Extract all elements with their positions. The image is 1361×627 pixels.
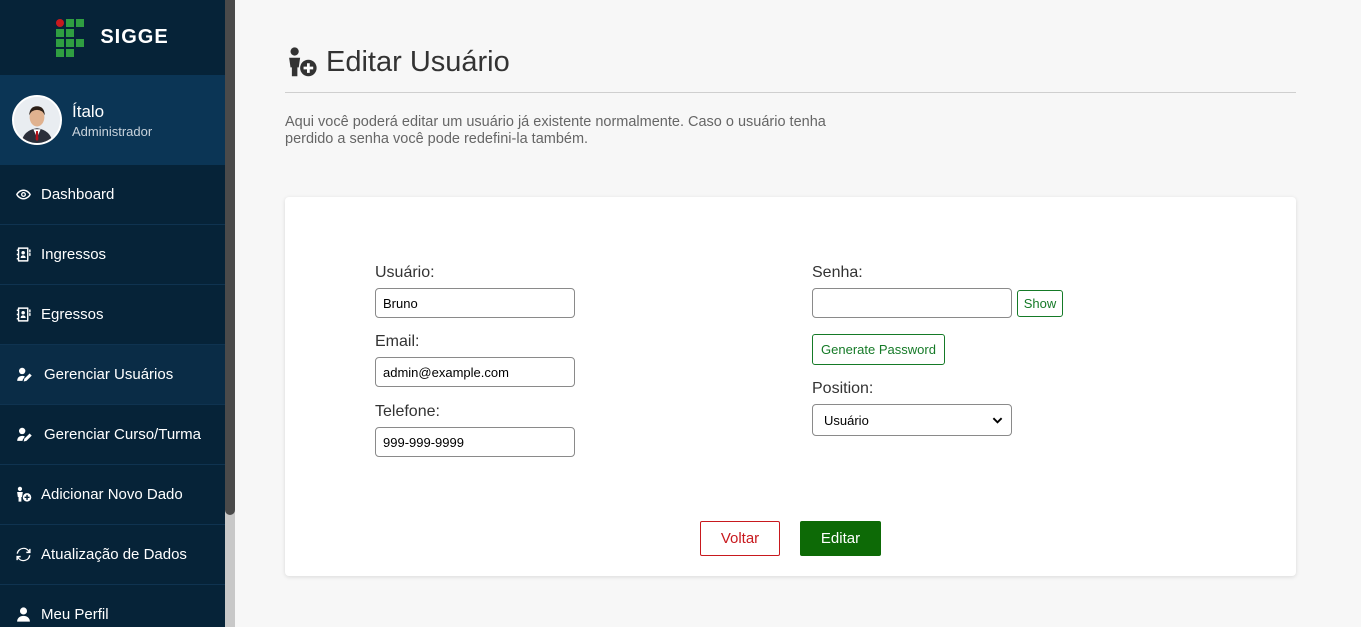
eye-icon xyxy=(16,189,31,200)
sidebar-item-atualizacao-de-dados[interactable]: Atualização de Dados xyxy=(0,525,225,585)
user-profile[interactable]: Ítalo Administrador xyxy=(0,75,225,165)
voltar-button[interactable]: Voltar xyxy=(700,521,780,556)
sidebar-item-label: Ingressos xyxy=(41,246,107,263)
sidebar-scrollbar-thumb[interactable] xyxy=(225,0,235,515)
generate-password-button[interactable]: Generate Password xyxy=(812,334,945,365)
brand[interactable]: SIGGE xyxy=(0,0,225,75)
email-label: Email: xyxy=(375,333,420,350)
position-select[interactable]: Usuário xyxy=(812,404,1012,436)
usuario-input[interactable] xyxy=(375,288,575,318)
sidebar-item-adicionar-novo-dado[interactable]: Adicionar Novo Dado xyxy=(0,465,225,525)
sidebar-item-meu-perfil[interactable]: Meu Perfil xyxy=(0,585,225,627)
user-add-icon xyxy=(17,486,32,502)
position-label: Position: xyxy=(812,380,874,397)
refresh-icon xyxy=(16,547,31,562)
contact-book-icon xyxy=(16,247,31,262)
avatar xyxy=(12,95,62,145)
sidebar-item-label: Egressos xyxy=(41,306,104,323)
chevron-down-icon xyxy=(992,417,1003,424)
email-input[interactable] xyxy=(375,357,575,387)
usuario-label: Usuário: xyxy=(375,264,435,281)
sidebar-item-label: Gerenciar Usuários xyxy=(44,366,174,383)
header-divider xyxy=(285,92,1296,93)
edit-user-form: Usuário: Email: Telefone: Senha: Show Ge… xyxy=(285,197,1296,576)
position-selected-value: Usuário xyxy=(824,412,869,428)
sidebar-item-dashboard[interactable]: Dashboard xyxy=(0,165,225,225)
sidebar-item-ingressos[interactable]: Ingressos xyxy=(0,225,225,285)
sidebar-item-label: Adicionar Novo Dado xyxy=(41,486,183,503)
contact-book-icon xyxy=(16,307,31,322)
senha-input[interactable] xyxy=(812,288,1012,318)
senha-label: Senha: xyxy=(812,264,863,281)
brand-name: SIGGE xyxy=(100,26,169,48)
sidebar-item-gerenciar-curso-turma[interactable]: Gerenciar Curso/Turma xyxy=(0,405,225,465)
telefone-input[interactable] xyxy=(375,427,575,457)
page-title: Editar Usuário xyxy=(326,46,510,78)
user-edit-icon xyxy=(17,427,32,442)
page-description: Aqui você poderá editar um usuário já ex… xyxy=(285,114,826,147)
telefone-label: Telefone: xyxy=(375,403,440,420)
sidebar-item-label: Meu Perfil xyxy=(41,606,109,623)
page-header: Editar Usuário xyxy=(285,46,510,79)
user-icon xyxy=(17,607,30,622)
if-logo-icon xyxy=(56,18,86,57)
editar-button[interactable]: Editar xyxy=(800,521,881,556)
show-password-button[interactable]: Show xyxy=(1017,290,1063,317)
sidebar-item-egressos[interactable]: Egressos xyxy=(0,285,225,345)
profile-name: Ítalo xyxy=(72,101,105,121)
profile-role: Administrador xyxy=(72,123,153,139)
user-add-icon xyxy=(289,47,317,77)
user-edit-icon xyxy=(17,367,32,382)
sidebar: SIGGE Ítalo Administrador Dashboard Ingr… xyxy=(0,0,225,627)
sidebar-item-label: Gerenciar Curso/Turma xyxy=(44,426,201,443)
sidebar-item-gerenciar-usuarios[interactable]: Gerenciar Usuários xyxy=(0,345,225,405)
sidebar-item-label: Atualização de Dados xyxy=(41,546,187,563)
sidebar-item-label: Dashboard xyxy=(41,186,115,203)
